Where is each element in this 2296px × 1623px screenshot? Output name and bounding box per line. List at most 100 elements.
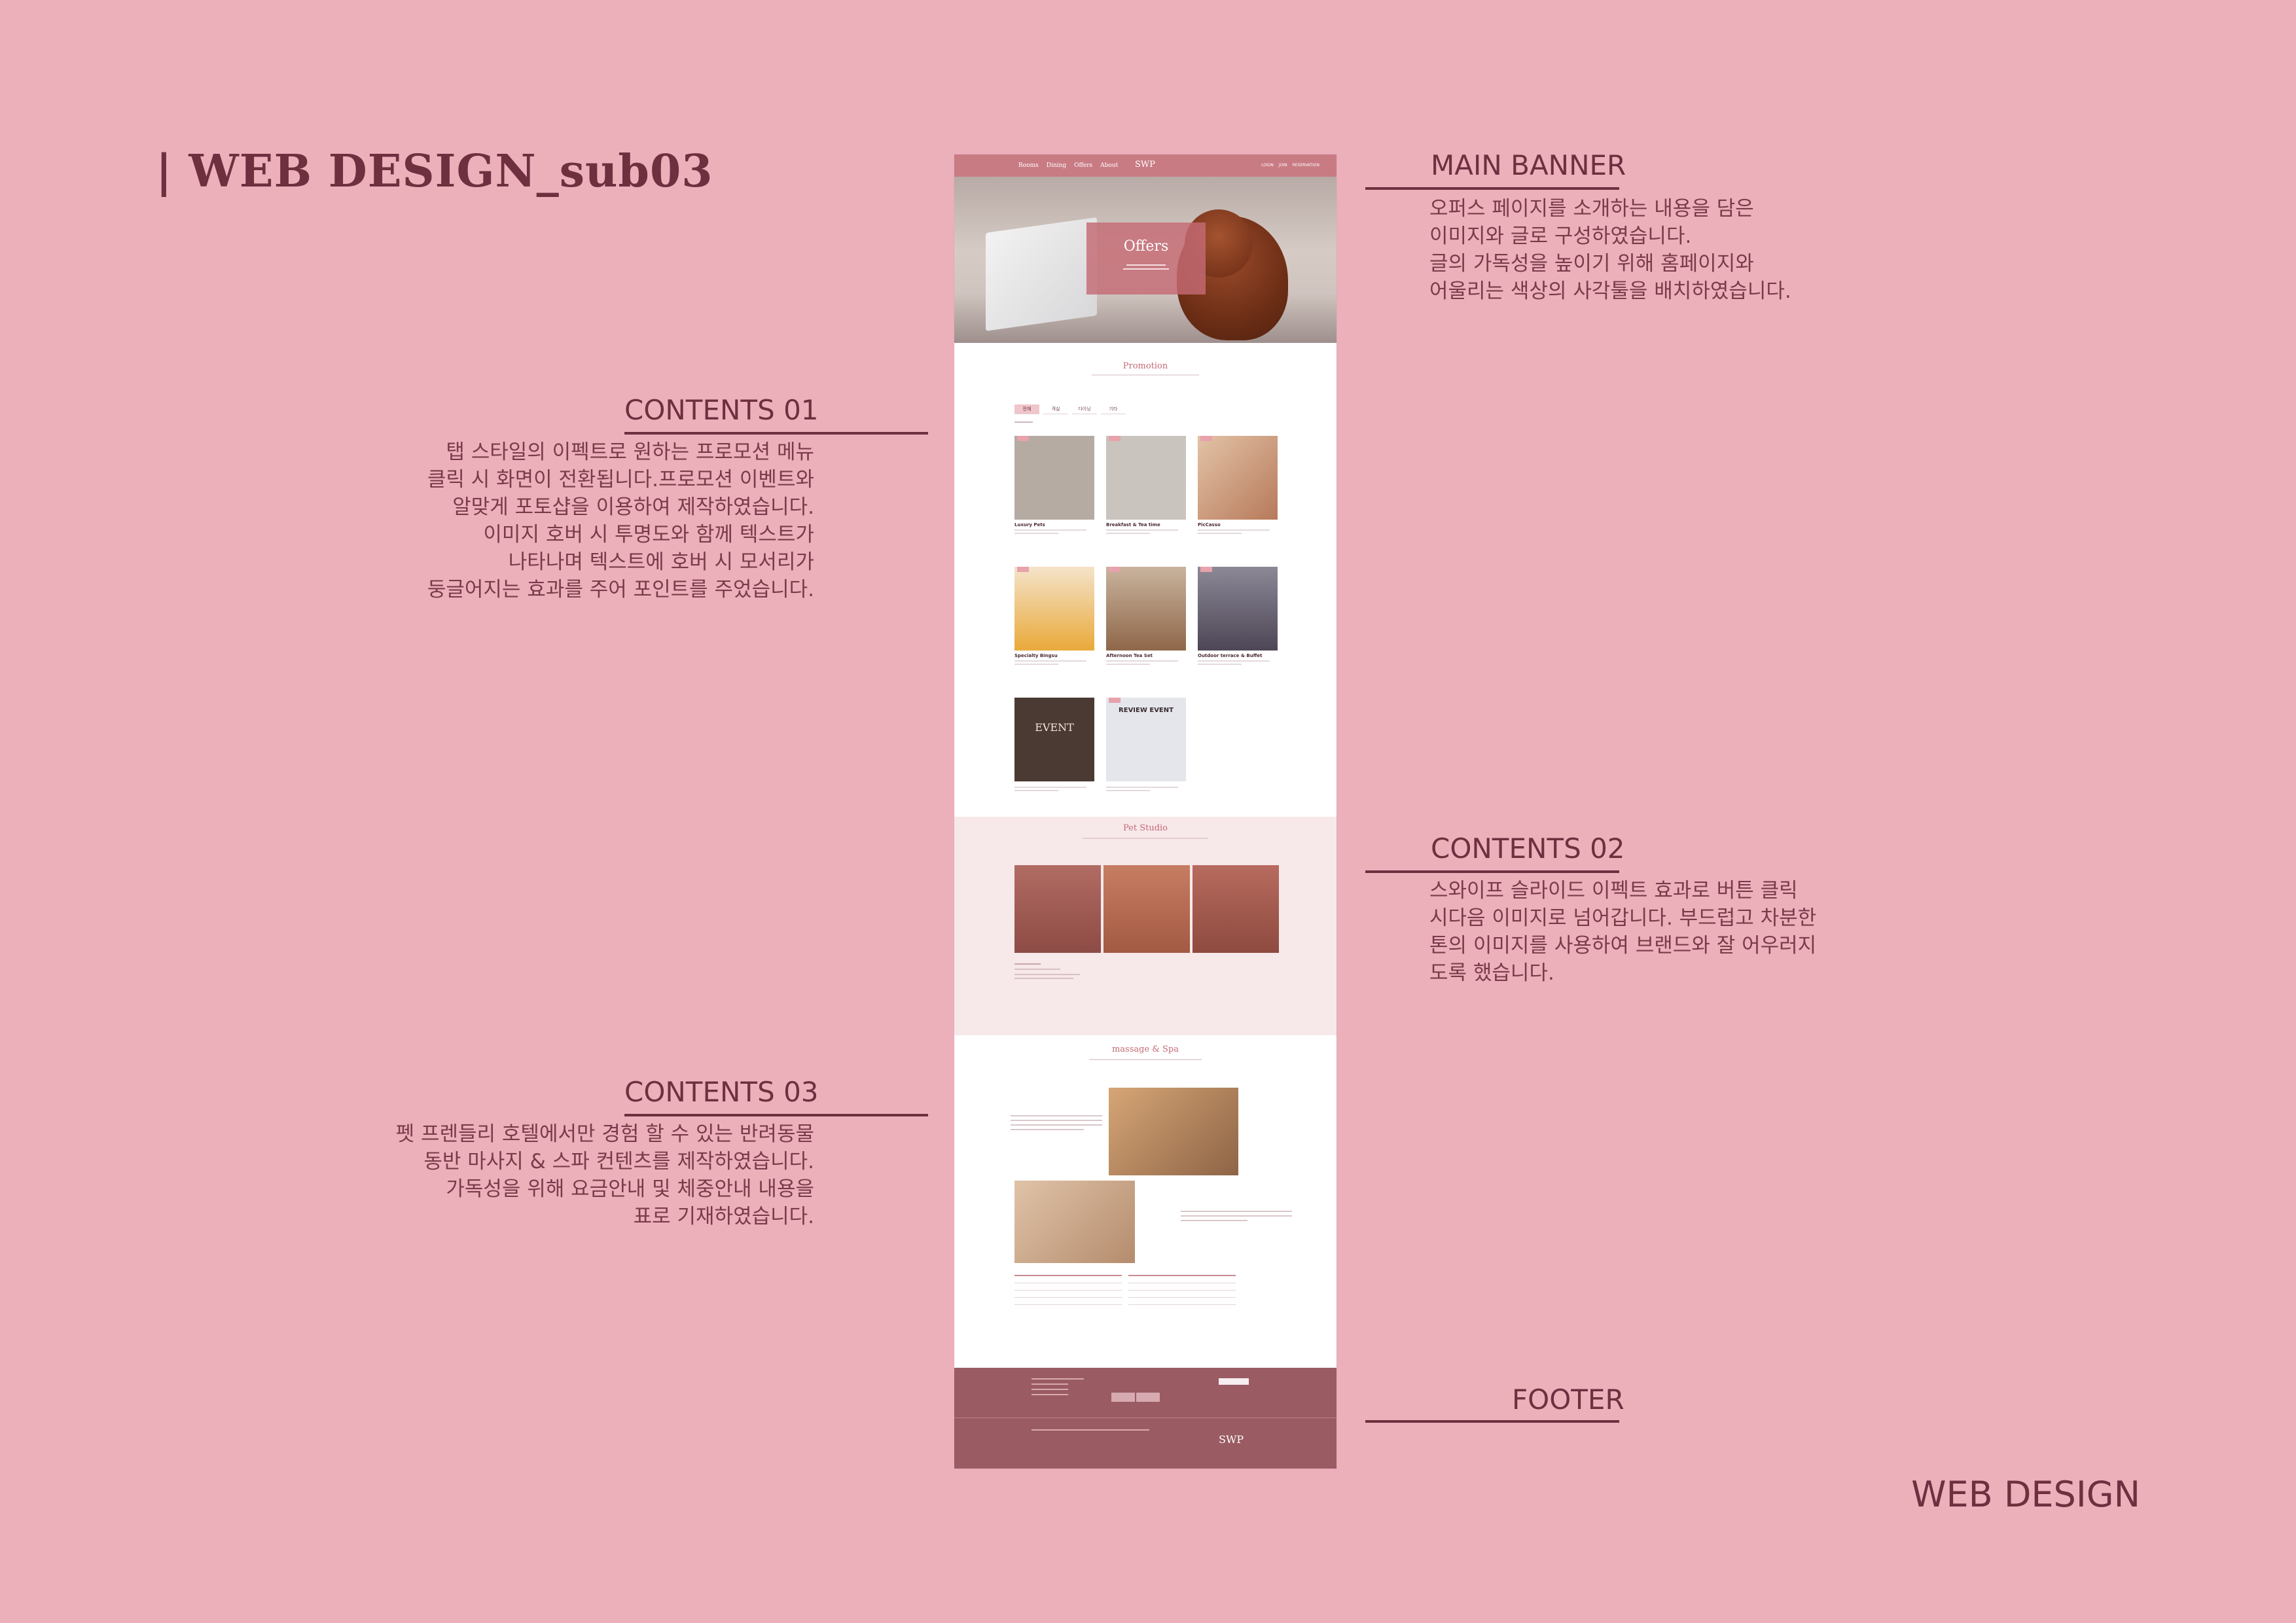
promo-card-desc — [1106, 529, 1178, 531]
nav-item-offers[interactable]: Offers — [1074, 162, 1092, 169]
nav-item-dining[interactable]: Dining — [1047, 162, 1066, 169]
promotion-tabs: 전체 객실 다이닝 기타 — [1014, 404, 1126, 414]
table-cell — [1014, 1290, 1068, 1298]
review-event-card-text: REVIEW EVENT — [1119, 707, 1174, 714]
promo-card-desc — [1014, 529, 1086, 531]
event-card-text: EVENT — [1035, 721, 1074, 734]
promo-card-title[interactable]: PicCasso — [1198, 522, 1278, 527]
hero-title: Offers — [1123, 238, 1169, 255]
spa-description-1 — [1011, 1115, 1102, 1130]
promo-card-title[interactable]: Breakfast & Tea time — [1106, 522, 1186, 527]
promo-card[interactable]: REVIEW EVENT — [1106, 698, 1186, 791]
family-site-select[interactable] — [1219, 1378, 1249, 1385]
promo-card[interactable]: Luxury Pets — [1014, 436, 1094, 534]
promo-card-badge — [1109, 698, 1121, 703]
pet-studio-section: Pet Studio — [954, 817, 1336, 1035]
note-contents02-divider — [1365, 870, 1619, 873]
nav-item-about[interactable]: About — [1100, 162, 1118, 169]
note-line: 둥글어지는 효과를 주어 포인트를 주었습니다. — [427, 578, 814, 601]
note-line: 표로 기재하였습니다. — [633, 1205, 814, 1228]
tab-etc[interactable]: 기타 — [1101, 404, 1126, 414]
promo-card[interactable]: Specialty Bingsu — [1014, 567, 1094, 665]
promo-card[interactable]: Breakfast & Tea time — [1106, 436, 1186, 534]
promo-card-image[interactable] — [1106, 567, 1186, 651]
note-contents01-body: 탭 스타일의 이펙트로 원하는 프로모션 메뉴 클릭 시 화면이 전환됩니다.프… — [356, 438, 814, 603]
tab-dining[interactable]: 다이닝 — [1072, 404, 1097, 414]
util-reservation-link[interactable]: RESERVATION — [1293, 163, 1319, 168]
promo-card-image[interactable] — [1106, 436, 1186, 520]
hero-subtitle-lines — [1086, 264, 1206, 270]
pet-slide-cat-image[interactable] — [1014, 865, 1101, 953]
footer-store-button[interactable] — [1136, 1393, 1160, 1402]
note-line: 스와이프 슬라이드 이펙트 효과로 버튼 클릭 — [1429, 879, 1798, 902]
table-cell — [1014, 1297, 1068, 1305]
promo-card-title[interactable]: Specialty Bingsu — [1014, 653, 1094, 658]
note-contents03-divider — [624, 1114, 928, 1116]
pet-slide-dog-image[interactable] — [1193, 865, 1279, 953]
tab-all[interactable]: 전체 — [1014, 404, 1039, 414]
pet-studio-subtitle — [1083, 838, 1208, 839]
promo-card-title[interactable]: Afternoon Tea Set — [1106, 653, 1186, 658]
util-login-link[interactable]: LOGIN — [1261, 163, 1274, 168]
promo-card-desc — [1014, 664, 1059, 665]
promo-card-image[interactable] — [1198, 567, 1278, 651]
promo-card-image[interactable]: EVENT — [1014, 698, 1094, 781]
promo-card-image[interactable]: REVIEW EVENT — [1106, 698, 1186, 781]
table-header — [1182, 1275, 1236, 1283]
footer-app-button[interactable] — [1111, 1393, 1135, 1402]
table-cell — [1068, 1297, 1122, 1305]
board-footer-label: WEB DESIGN — [1911, 1474, 2140, 1515]
promo-card-title[interactable]: Outdoor terrace & Buffet — [1198, 653, 1278, 658]
promo-card[interactable]: Outdoor terrace & Buffet — [1198, 567, 1278, 665]
note-main-banner-body: 오퍼스 페이지를 소개하는 내용을 담은 이미지와 글로 구성하였습니다. 글의… — [1429, 195, 1791, 305]
note-line: 오퍼스 페이지를 소개하는 내용을 담은 — [1429, 197, 1754, 221]
promo-card-image[interactable] — [1014, 436, 1094, 520]
promo-card-badge — [1109, 567, 1121, 572]
table-cell — [1068, 1290, 1122, 1298]
promo-card-desc — [1198, 529, 1270, 531]
spa-price-table-2 — [1128, 1275, 1236, 1305]
util-join-link[interactable]: JOIN — [1279, 163, 1287, 168]
note-line: 가독성을 위해 요금안내 및 체중안내 내용을 — [446, 1177, 814, 1201]
promo-card-image[interactable] — [1014, 567, 1094, 651]
mock-nav-menu: Rooms Dining Offers About — [1018, 162, 1118, 169]
note-line: 이미지 호버 시 투명도와 함께 텍스트가 — [483, 523, 814, 546]
note-line: 도록 했습니다. — [1429, 961, 1554, 985]
promo-card-image[interactable] — [1198, 436, 1278, 520]
mock-nav-bar: Rooms Dining Offers About SWP LOGIN JOIN… — [954, 154, 1336, 177]
table-cell — [1128, 1283, 1182, 1291]
promo-card-badge — [1017, 567, 1029, 572]
promo-card[interactable]: PicCasso — [1198, 436, 1278, 534]
promo-card-badge — [1109, 436, 1121, 441]
promo-card-desc — [1014, 787, 1086, 788]
promo-card-badge — [1200, 436, 1212, 441]
table-cell — [1128, 1290, 1182, 1298]
note-footer-divider — [1365, 1420, 1619, 1423]
pet-slide-puppies-image[interactable] — [1103, 865, 1190, 953]
footer-info — [1031, 1378, 1084, 1395]
note-line: 동반 마사지 & 스파 컨텐츠를 제작하였습니다. — [423, 1150, 814, 1173]
mock-hero-banner: Offers — [954, 177, 1336, 343]
promo-card[interactable]: EVENT — [1014, 698, 1094, 791]
promo-card-desc — [1106, 790, 1151, 791]
note-contents02-body: 스와이프 슬라이드 이펙트 효과로 버튼 클릭 시다음 이미지로 넘어갑니다. … — [1429, 877, 1816, 987]
nav-item-rooms[interactable]: Rooms — [1018, 162, 1039, 169]
hero-offers-box: Offers — [1086, 223, 1206, 294]
note-line: 시다음 이미지로 넘어갑니다. 부드럽고 차분한 — [1429, 906, 1817, 930]
note-line: 나타나며 텍스트에 호버 시 모서리가 — [508, 550, 814, 574]
promo-card-title[interactable]: Luxury Pets — [1014, 522, 1094, 527]
promo-card-desc — [1014, 533, 1059, 534]
footer-logo[interactable]: SWP — [1219, 1433, 1244, 1446]
note-line: 이미지와 글로 구성하였습니다. — [1429, 224, 1692, 248]
note-contents03-title: CONTENTS 03 — [624, 1076, 819, 1108]
table-cell — [1182, 1290, 1236, 1298]
mock-logo[interactable]: SWP — [1135, 160, 1155, 169]
promo-card-badge — [1017, 436, 1029, 441]
note-line: 클릭 시 화면이 전환됩니다.프로모션 이벤트와 — [427, 468, 814, 491]
promo-card-desc — [1198, 533, 1242, 534]
tab-rooms[interactable]: 객실 — [1043, 404, 1068, 414]
table-cell — [1128, 1297, 1182, 1305]
note-main-banner-divider — [1365, 187, 1619, 190]
promo-card-desc — [1014, 660, 1086, 662]
promo-card[interactable]: Afternoon Tea Set — [1106, 567, 1186, 665]
